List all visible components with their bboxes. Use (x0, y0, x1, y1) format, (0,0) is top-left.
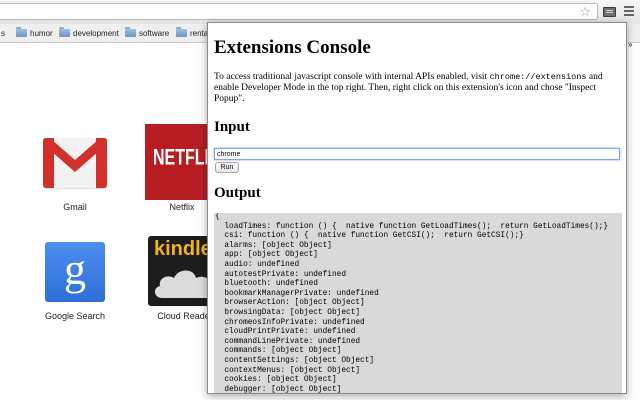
output-line: cookies: [object Object] (215, 376, 337, 385)
menu-icon[interactable] (624, 6, 634, 18)
browser-window: ☆ s humor development software rental » (0, 0, 640, 400)
output-line: contentSettings: [object Object] (215, 356, 375, 365)
output-line: contextMenus: [object Object] (215, 366, 361, 375)
google-g-logo: g (64, 245, 86, 294)
bookmark-label: humor (30, 28, 53, 38)
extension-icon[interactable] (603, 7, 616, 17)
output-line: debugger: [object Object] (215, 385, 342, 393)
output-line: bluetooth: undefined (215, 280, 318, 289)
output-line: csi: function () { native function GetCS… (215, 232, 524, 241)
extension-popup: Extensions Console To access traditional… (207, 22, 627, 394)
bookmark-label: development (73, 28, 119, 38)
folder-icon (16, 27, 27, 37)
description: To access traditional javascript console… (214, 72, 614, 105)
output-box[interactable]: { loadTimes: function () { native functi… (214, 213, 622, 393)
output-line: browserAction: [object Object] (215, 299, 365, 308)
description-text: To access traditional javascript console… (214, 72, 490, 82)
input-field[interactable] (214, 148, 620, 160)
app-label: Google Search (44, 311, 106, 321)
folder-icon (59, 27, 70, 37)
output-line: cloudPrintPrivate: undefined (215, 328, 356, 337)
app-gmail[interactable]: Gmail (30, 138, 120, 218)
bookmarks-overflow[interactable]: » (628, 40, 632, 49)
output-line: audio: undefined (215, 260, 300, 269)
output-line: browsingData: [object Object] (215, 308, 361, 317)
bookmark-label: s (1, 28, 5, 38)
bookmark-folder-humor[interactable]: humor (16, 25, 53, 41)
extensions-url: chrome://extensions (489, 72, 587, 82)
gmail-icon (43, 138, 107, 188)
output-line: loadTimes: function () { native function… (215, 222, 609, 231)
output-line: chromeosInfoPrivate: undefined (215, 318, 365, 327)
app-google-search[interactable]: g Google Search (30, 242, 120, 324)
bookmark-folder-software[interactable]: software (125, 25, 169, 41)
browser-toolbar: ☆ (0, 0, 640, 24)
output-line: app: [object Object] (215, 251, 318, 260)
output-line: bookmarkManagerPrivate: undefined (215, 289, 379, 298)
bookmark-folder-development[interactable]: development (59, 25, 119, 41)
run-button[interactable]: Run (215, 162, 239, 173)
kindle-logo-text: kindle (154, 238, 212, 260)
output-line: commandLinePrivate: undefined (215, 337, 361, 346)
output-line: { (215, 213, 220, 221)
bookmark-folder-rental[interactable]: rental (176, 25, 210, 41)
output-line: commands: [object Object] (215, 347, 342, 356)
bookmark-item[interactable]: s (1, 25, 5, 41)
app-label: Gmail (63, 202, 87, 212)
output-line: autotestPrivate: undefined (215, 270, 347, 279)
folder-icon (125, 27, 136, 37)
output-heading: Output (214, 185, 261, 201)
folder-icon (176, 27, 187, 37)
address-bar[interactable]: ☆ (0, 3, 598, 20)
google-search-icon: g (45, 242, 105, 302)
bookmark-label: software (139, 28, 170, 38)
star-icon[interactable]: ☆ (579, 4, 591, 19)
output-line: alarms: [object Object] (215, 241, 332, 250)
input-heading: Input (214, 119, 250, 135)
page-title: Extensions Console (214, 37, 371, 58)
